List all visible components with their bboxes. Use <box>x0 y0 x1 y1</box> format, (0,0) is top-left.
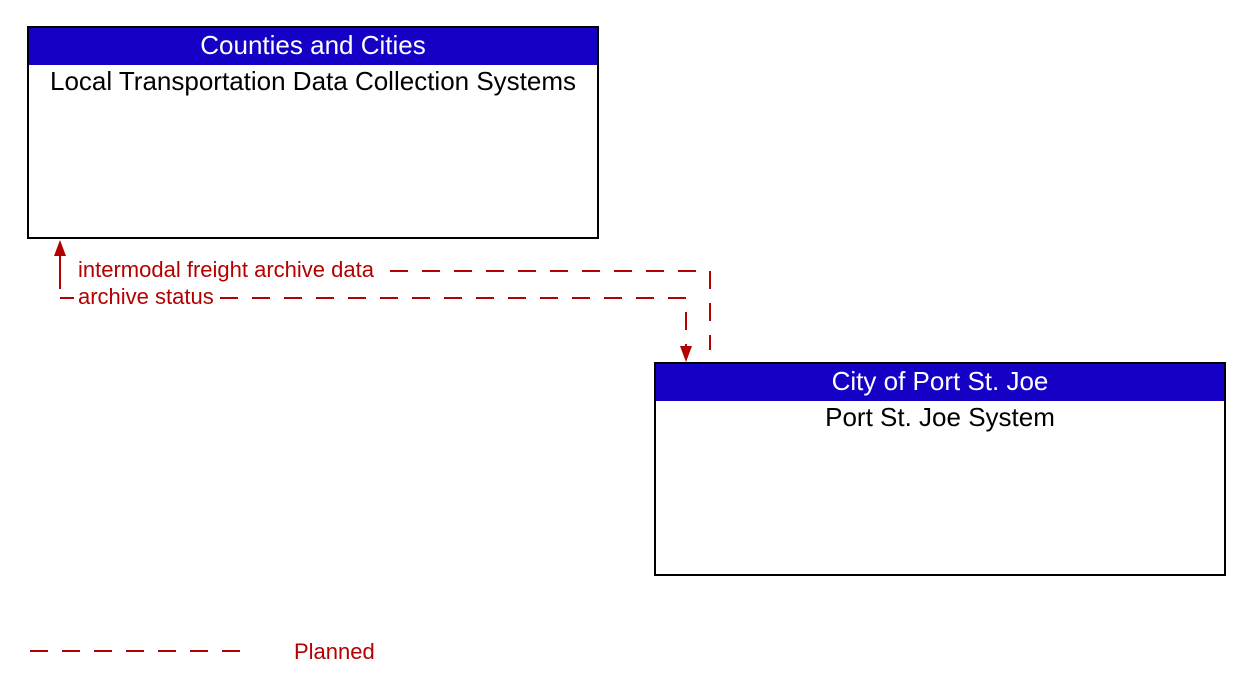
entity-header-port-st-joe: City of Port St. Joe <box>656 364 1224 401</box>
flow-line-lower-right <box>220 298 686 350</box>
flow-label-archive-status: archive status <box>78 285 214 309</box>
flow-line-upper-right <box>390 271 710 350</box>
flow-label-intermodal-freight: intermodal freight archive data <box>78 258 374 282</box>
entity-header-counties-cities: Counties and Cities <box>29 28 597 65</box>
flow-line-upper-left-hook <box>60 254 74 271</box>
legend-label-planned: Planned <box>294 639 375 665</box>
entity-body-port-st-joe-system: Port St. Joe System <box>656 401 1224 433</box>
arrowhead-down-icon <box>680 346 692 362</box>
entity-box-counties-cities: Counties and Cities Local Transportation… <box>27 26 599 239</box>
entity-body-local-transportation: Local Transportation Data Collection Sys… <box>29 65 597 97</box>
arrowhead-up-icon <box>54 240 66 256</box>
entity-box-port-st-joe: City of Port St. Joe Port St. Joe System <box>654 362 1226 576</box>
